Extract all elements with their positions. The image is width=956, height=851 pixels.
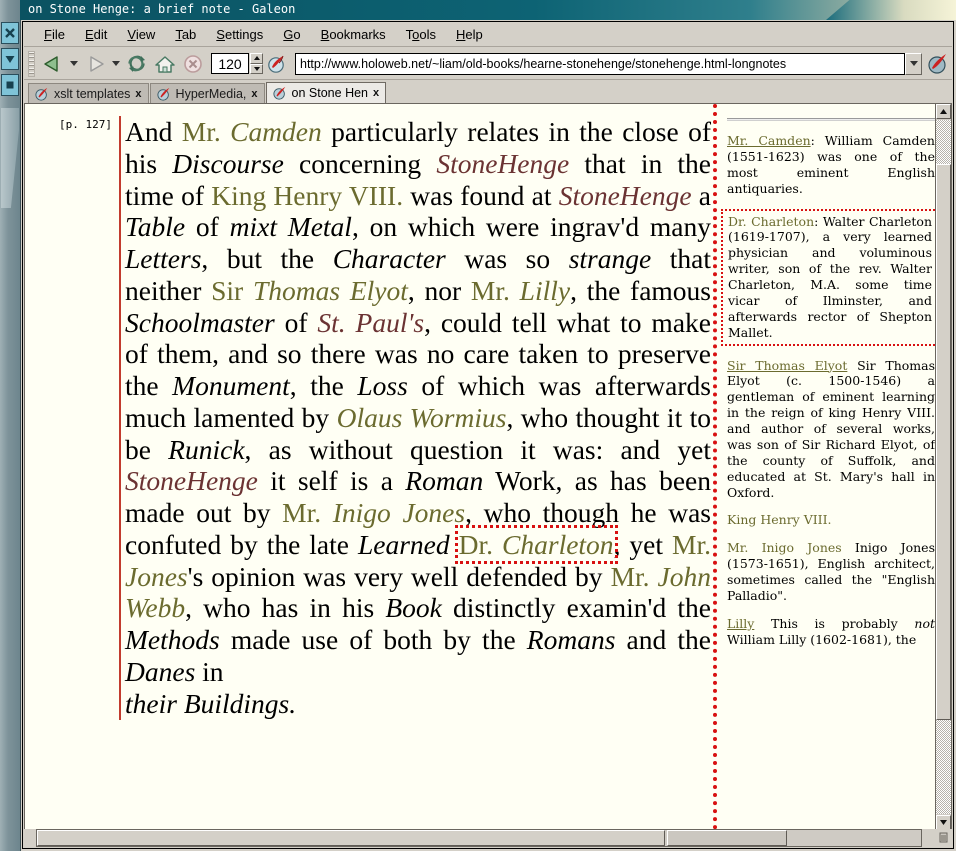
note-body: This is probably not William Lilly (1602… (727, 615, 935, 647)
menu-view[interactable]: View (117, 25, 165, 44)
tab-label: xslt templates (54, 86, 131, 101)
menu-edit[interactable]: Edit (75, 25, 117, 44)
tab-label: on Stone Hen (291, 86, 368, 100)
marginal-notes-column: Mr. Camden: William Camden (1551-1623) w… (713, 104, 935, 830)
window-minimize-button[interactable] (1, 48, 19, 70)
note-link[interactable]: Lilly (727, 616, 754, 631)
url-input[interactable]: http://www.holoweb.net/~liam/old-books/h… (295, 52, 905, 75)
tab-xslt-templates[interactable]: xslt templates x (28, 83, 149, 103)
body-paragraph: And Mr. Camden particularly relates in t… (125, 116, 712, 687)
tab-label: HyperMedia, (175, 86, 247, 101)
vscroll-up-button[interactable] (936, 104, 951, 119)
window-maximize-button[interactable] (1, 74, 19, 96)
note-2: Dr. Charleton: Walter Charleton (1619-17… (721, 208, 935, 346)
navigation-toolbar: 120 http://www.holoweb.net/~liam/old-boo… (24, 48, 952, 80)
maximize-square-icon (6, 81, 14, 89)
menu-go[interactable]: Go (273, 25, 310, 44)
back-history-dropdown[interactable] (67, 51, 81, 77)
galeon-logo-icon (268, 55, 284, 73)
forward-button[interactable] (81, 51, 109, 77)
page-number-marker: [p. 127] (59, 118, 112, 131)
titlebar-highlight (826, 0, 956, 20)
tab-close-icon[interactable]: x (135, 88, 141, 100)
vertical-scrollbar[interactable] (935, 103, 952, 831)
menu-bookmarks[interactable]: Bookmarks (311, 25, 396, 44)
close-icon (5, 28, 15, 38)
url-dropdown-button[interactable] (905, 52, 922, 75)
galeon-app-icon-right[interactable] (924, 51, 952, 77)
next-line-partial: their Buildings. (125, 687, 297, 719)
note-link[interactable]: Dr. Charleton (728, 214, 814, 229)
chevron-down-icon (940, 820, 947, 825)
forward-arrow-icon (90, 55, 104, 72)
tab-bar: xslt templates x HyperMedia, x on Stone … (24, 81, 952, 103)
wm-frame-lip (1, 108, 19, 208)
tab-favicon-icon (156, 87, 169, 101)
stop-icon (184, 54, 202, 73)
hscroll-secondary-thumb[interactable] (667, 830, 787, 846)
note-4: King Henry VIII. (727, 512, 935, 528)
note-link[interactable]: Mr. Inigo Jones (727, 540, 842, 555)
window-titlebar[interactable]: on Stone Henge: a brief note - Galeon (20, 0, 956, 20)
galeon-application-window: File Edit View Tab Settings Go Bookmarks… (22, 21, 954, 849)
rendered-web-page: [p. 127] And Mr. Camden particularly rel… (25, 104, 935, 830)
notes-divider (727, 118, 935, 121)
tab-favicon-icon (272, 86, 285, 100)
note-body: Sir Thomas Elyot (c. 1500-1546) a gentle… (727, 357, 935, 500)
menubar: File Edit View Tab Settings Go Bookmarks… (24, 23, 952, 47)
reload-button[interactable] (123, 51, 151, 77)
horizontal-scrollbar-area (24, 829, 952, 847)
zoom-increase-button[interactable] (250, 53, 263, 64)
note-5: Mr. Inigo Jones Inigo Jones (1573-1651),… (727, 540, 935, 604)
tab-on-stone-henge[interactable]: on Stone Hen x (265, 82, 387, 103)
forward-history-dropdown[interactable] (109, 51, 123, 77)
note-1: Mr. Camden: William Camden (1551-1623) w… (727, 133, 935, 197)
vscroll-down-button[interactable] (936, 815, 951, 830)
toolbar-grip[interactable] (28, 50, 35, 77)
window-resize-grip[interactable] (936, 829, 950, 846)
zoom-stepper[interactable] (250, 53, 263, 74)
menu-settings[interactable]: Settings (206, 25, 273, 44)
stop-button[interactable] (179, 51, 207, 77)
menu-tools[interactable]: Tools (396, 25, 446, 44)
window-close-button[interactable] (1, 22, 19, 44)
notes-list: Mr. Camden: William Camden (1551-1623) w… (721, 133, 935, 648)
horizontal-scrollbar[interactable] (36, 829, 922, 847)
menu-file[interactable]: File (34, 25, 75, 44)
back-arrow-icon (44, 55, 58, 72)
zoom-decrease-button[interactable] (250, 63, 263, 74)
note-body: Walter Charleton (1619-1707), a very lea… (728, 213, 933, 340)
note-link[interactable]: Mr. Camden (727, 133, 811, 148)
note-6: Lilly This is probably not William Lilly… (727, 616, 935, 648)
window-title: on Stone Henge: a brief note - Galeon (28, 2, 296, 16)
back-button[interactable] (39, 51, 67, 77)
location-bar: http://www.holoweb.net/~liam/old-books/h… (295, 52, 922, 75)
tab-close-icon[interactable]: x (251, 88, 257, 100)
chevron-up-icon (940, 109, 947, 114)
resize-grip-icon (939, 832, 947, 843)
menu-tab[interactable]: Tab (165, 25, 206, 44)
vscroll-thumb[interactable] (936, 164, 951, 720)
tab-hypermedia[interactable]: HyperMedia, x (149, 83, 265, 103)
home-button[interactable] (151, 51, 179, 77)
hscroll-thumb[interactable] (37, 830, 665, 846)
browser-content-area: [p. 127] And Mr. Camden particularly rel… (24, 103, 952, 831)
note-3: Sir Thomas Elyot Sir Thomas Elyot (c. 15… (727, 358, 935, 501)
galeon-logo-icon (928, 53, 946, 74)
home-icon (155, 55, 175, 73)
menu-help[interactable]: Help (446, 25, 493, 44)
note-link[interactable]: King Henry VIII. (727, 512, 832, 527)
window-manager-frame: on Stone Henge: a brief note - Galeon Fi… (0, 0, 956, 851)
wm-left-decoration (0, 0, 21, 851)
reload-icon (128, 55, 145, 72)
tab-close-icon[interactable]: x (373, 87, 379, 99)
zoom-level-input[interactable]: 120 (211, 53, 249, 74)
tab-favicon-icon (35, 87, 48, 101)
galeon-throbber[interactable] (263, 51, 291, 77)
note-link[interactable]: Sir Thomas Elyot (727, 358, 847, 373)
main-text-column: And Mr. Camden particularly relates in t… (119, 116, 711, 720)
minimize-triangle-icon (5, 56, 15, 63)
